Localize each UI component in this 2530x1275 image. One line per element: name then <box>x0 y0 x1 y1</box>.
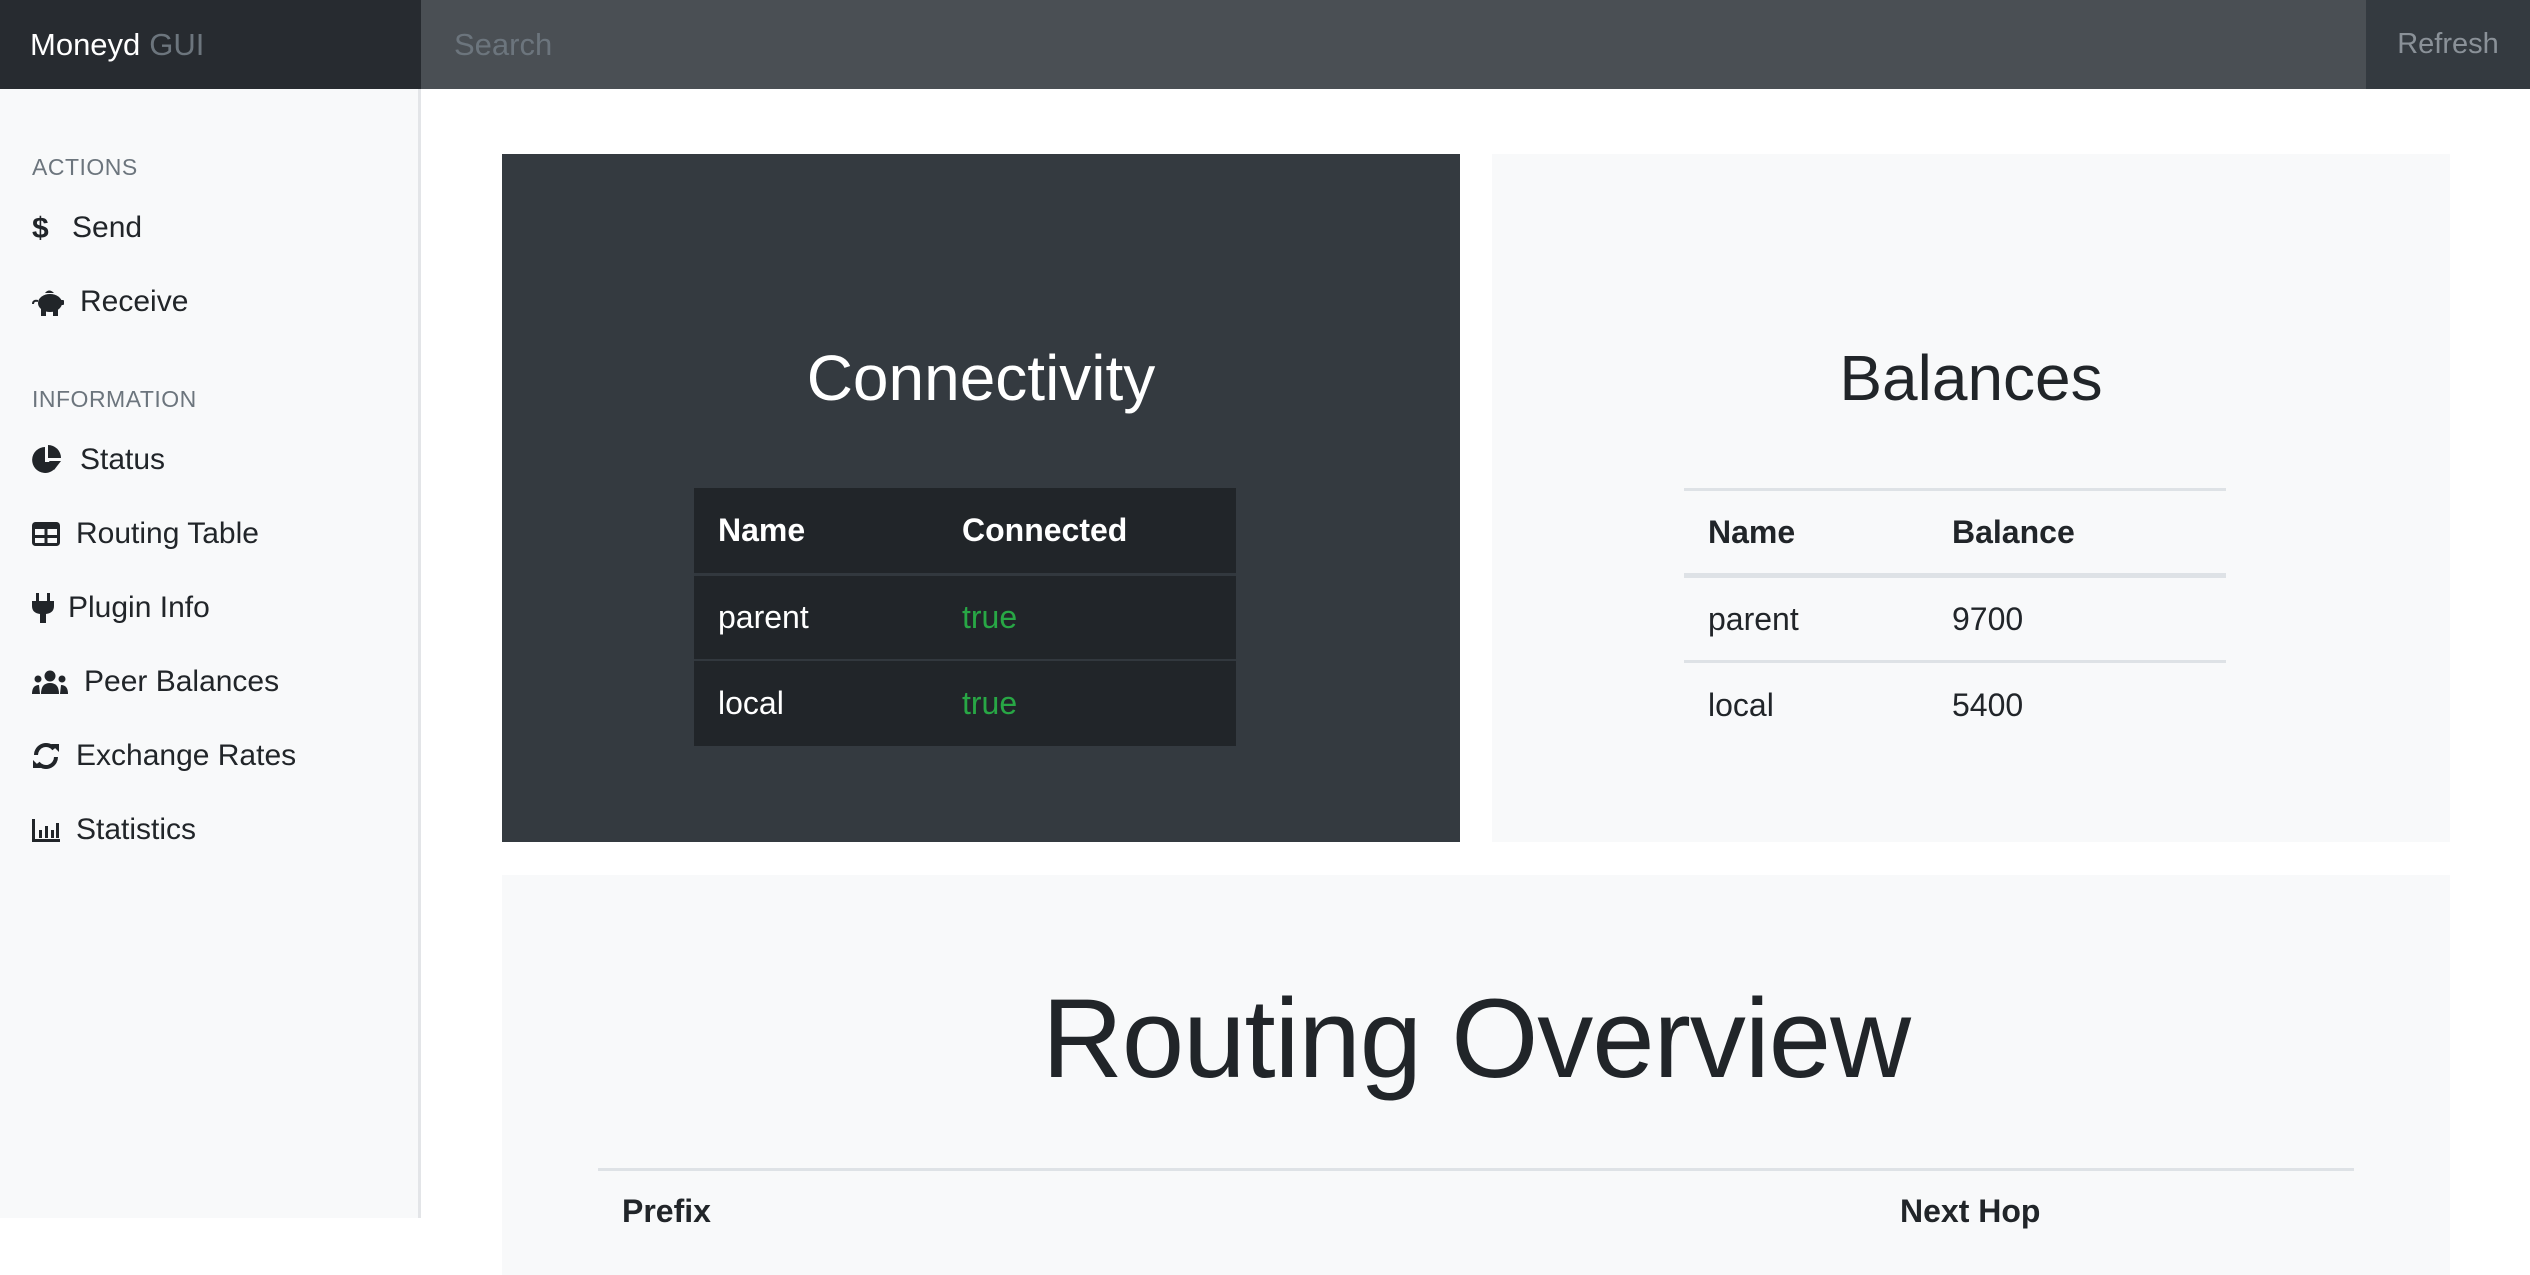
table-header-row: Name Connected <box>694 488 1236 576</box>
sidebar: ACTIONS $ Send Receive INFORMATION Statu… <box>0 89 421 1218</box>
column-header-name: Name <box>694 488 938 576</box>
balances-table: Name Balance parent 9700 local 5400 <box>1684 488 2226 748</box>
sidebar-item-label: Status <box>80 443 166 476</box>
balance-value: 9700 <box>1952 600 2024 637</box>
refresh-button[interactable]: Refresh <box>2366 0 2530 89</box>
peer-name: local <box>1684 660 1928 748</box>
table-row: local true <box>694 659 1236 746</box>
routing-overview-card: Routing Overview Prefix Next Hop <box>502 875 2450 1275</box>
table-icon <box>32 519 62 549</box>
sidebar-item-label: Routing Table <box>76 517 259 550</box>
sidebar-item-plugin-info[interactable]: Plugin Info <box>32 586 210 630</box>
table-row: local 5400 <box>1684 660 2226 748</box>
peer-name: parent <box>1708 600 1799 637</box>
column-header-next-hop: Next Hop <box>1900 1193 2041 1229</box>
sidebar-item-receive[interactable]: Receive <box>32 280 188 324</box>
top-navbar: Moneyd GUI Refresh <box>0 0 2530 89</box>
svg-text:$: $ <box>32 213 49 243</box>
connectivity-table: Name Connected parent true local true <box>694 488 1236 746</box>
balance-value: 5400 <box>1928 660 2226 748</box>
connected-status: true <box>938 573 1236 660</box>
sidebar-item-exchange-rates[interactable]: Exchange Rates <box>32 734 296 778</box>
column-header-connected: Connected <box>938 488 1236 576</box>
sidebar-heading-information: INFORMATION <box>32 386 197 412</box>
balances-title: Balances <box>1839 342 2103 414</box>
search-input[interactable] <box>421 0 2366 89</box>
sync-icon <box>32 741 62 771</box>
users-icon <box>32 667 70 697</box>
peer-name: local <box>694 659 938 746</box>
sidebar-item-send[interactable]: $ Send <box>32 206 142 250</box>
piggy-bank-icon <box>32 287 66 317</box>
table-row: parent true <box>694 573 1236 660</box>
table-header-row: Name Balance <box>1684 489 2226 578</box>
table-divider <box>598 1168 2354 1171</box>
sidebar-item-statistics[interactable]: Statistics <box>32 808 196 852</box>
sidebar-item-label: Receive <box>80 285 189 318</box>
sidebar-item-status[interactable]: Status <box>32 438 165 482</box>
sidebar-item-label: Statistics <box>76 813 197 846</box>
connectivity-title: Connectivity <box>806 342 1156 414</box>
dollar-icon: $ <box>32 213 56 243</box>
column-header-prefix: Prefix <box>622 1193 711 1229</box>
sidebar-item-label: Send <box>72 211 143 244</box>
peer-name: parent <box>694 573 938 660</box>
balances-card: Balances Name Balance parent 9700 local … <box>1492 154 2450 842</box>
connectivity-card: Connectivity Name Connected parent true … <box>502 154 1460 842</box>
pie-chart-icon <box>32 445 66 475</box>
sidebar-item-peer-balances[interactable]: Peer Balances <box>32 660 279 704</box>
routing-overview-title: Routing Overview <box>1042 976 1911 1101</box>
sidebar-item-label: Plugin Info <box>68 591 210 624</box>
plug-icon <box>32 593 54 623</box>
brand-name: Moneyd <box>30 26 141 62</box>
table-row: parent 9700 <box>1684 576 2226 662</box>
column-header-balance: Balance <box>1928 489 2226 578</box>
column-header-name: Name <box>1684 489 1928 578</box>
sidebar-heading-actions: ACTIONS <box>32 154 138 180</box>
sidebar-item-label: Exchange Rates <box>76 739 297 772</box>
brand-suffix: GUI <box>149 26 205 62</box>
connected-status: true <box>938 659 1236 746</box>
brand[interactable]: Moneyd GUI <box>0 0 421 89</box>
sidebar-item-label: Peer Balances <box>84 665 280 698</box>
sidebar-item-routing-table[interactable]: Routing Table <box>32 512 259 556</box>
bar-chart-icon <box>32 815 62 845</box>
